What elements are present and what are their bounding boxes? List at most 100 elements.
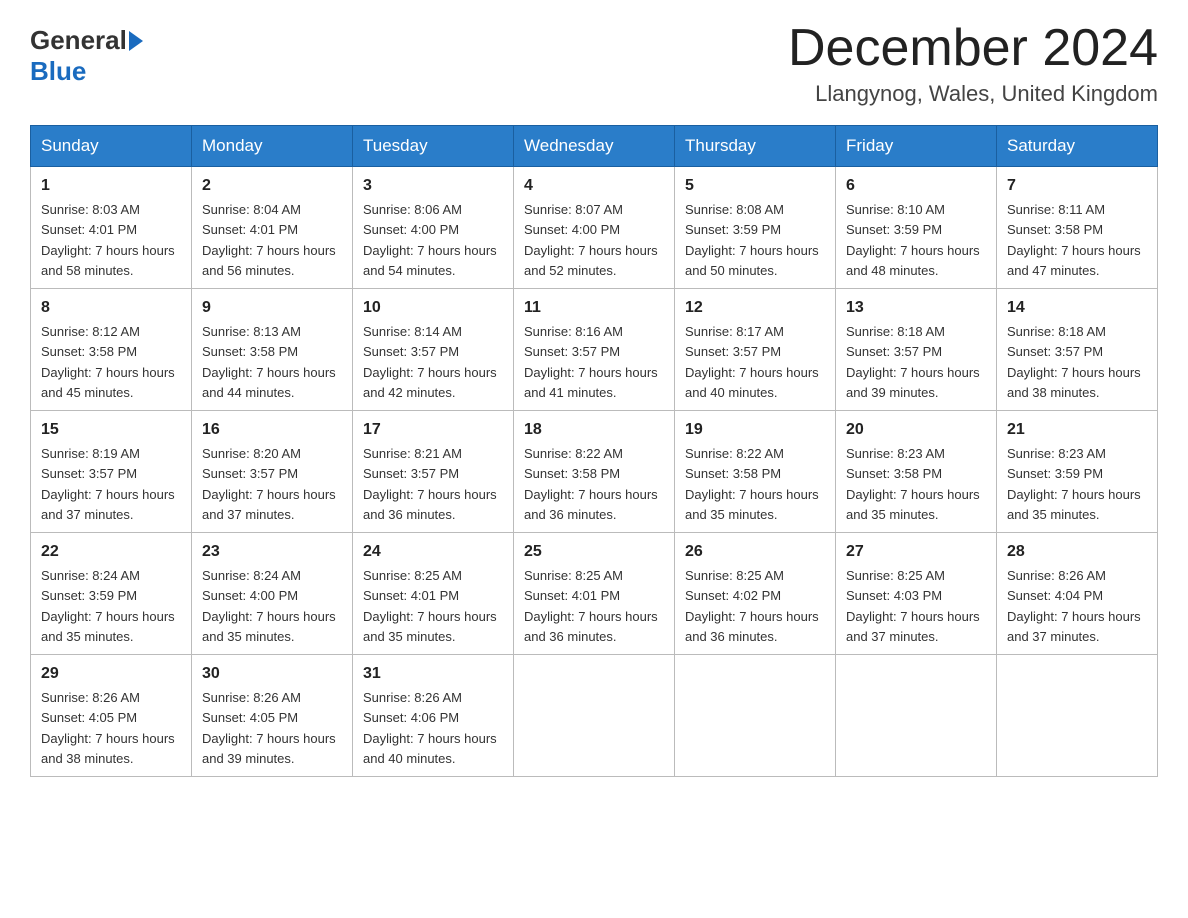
calendar-cell (675, 655, 836, 777)
daylight-minutes: and 36 minutes. (685, 629, 778, 644)
day-number: 8 (41, 296, 181, 320)
calendar-cell: 28 Sunrise: 8:26 AM Sunset: 4:04 PM Dayl… (997, 533, 1158, 655)
sunrise-info: Sunrise: 8:06 AM (363, 202, 462, 217)
daylight-minutes: and 40 minutes. (363, 751, 456, 766)
daylight-info: Daylight: 7 hours hours (846, 365, 980, 380)
daylight-info: Daylight: 7 hours hours (685, 365, 819, 380)
sunset-info: Sunset: 4:00 PM (524, 222, 620, 237)
sunrise-info: Sunrise: 8:24 AM (41, 568, 140, 583)
calendar-cell: 26 Sunrise: 8:25 AM Sunset: 4:02 PM Dayl… (675, 533, 836, 655)
month-title: December 2024 (788, 20, 1158, 77)
sunset-info: Sunset: 4:03 PM (846, 588, 942, 603)
sunset-info: Sunset: 3:58 PM (41, 344, 137, 359)
daylight-info: Daylight: 7 hours hours (1007, 365, 1141, 380)
daylight-minutes: and 42 minutes. (363, 385, 456, 400)
daylight-minutes: and 39 minutes. (202, 751, 295, 766)
daylight-info: Daylight: 7 hours hours (202, 365, 336, 380)
sunset-info: Sunset: 3:57 PM (1007, 344, 1103, 359)
header-sunday: Sunday (31, 126, 192, 167)
day-number: 15 (41, 418, 181, 442)
daylight-info: Daylight: 7 hours hours (685, 487, 819, 502)
sunset-info: Sunset: 4:06 PM (363, 710, 459, 725)
calendar-cell: 15 Sunrise: 8:19 AM Sunset: 3:57 PM Dayl… (31, 411, 192, 533)
daylight-minutes: and 54 minutes. (363, 263, 456, 278)
daylight-minutes: and 37 minutes. (846, 629, 939, 644)
daylight-info: Daylight: 7 hours hours (363, 609, 497, 624)
day-number: 25 (524, 540, 664, 564)
daylight-minutes: and 38 minutes. (1007, 385, 1100, 400)
sunset-info: Sunset: 4:01 PM (363, 588, 459, 603)
sunrise-info: Sunrise: 8:22 AM (524, 446, 623, 461)
daylight-info: Daylight: 7 hours hours (41, 487, 175, 502)
daylight-minutes: and 58 minutes. (41, 263, 134, 278)
day-number: 1 (41, 174, 181, 198)
day-number: 28 (1007, 540, 1147, 564)
sunrise-info: Sunrise: 8:25 AM (363, 568, 462, 583)
daylight-minutes: and 36 minutes. (524, 507, 617, 522)
sunrise-info: Sunrise: 8:21 AM (363, 446, 462, 461)
calendar-cell: 21 Sunrise: 8:23 AM Sunset: 3:59 PM Dayl… (997, 411, 1158, 533)
daylight-minutes: and 36 minutes. (524, 629, 617, 644)
weekday-header-row: Sunday Monday Tuesday Wednesday Thursday… (31, 126, 1158, 167)
sunrise-info: Sunrise: 8:17 AM (685, 324, 784, 339)
daylight-info: Daylight: 7 hours hours (41, 609, 175, 624)
sunset-info: Sunset: 3:57 PM (363, 344, 459, 359)
sunset-info: Sunset: 4:05 PM (202, 710, 298, 725)
calendar-cell: 17 Sunrise: 8:21 AM Sunset: 3:57 PM Dayl… (353, 411, 514, 533)
daylight-minutes: and 35 minutes. (685, 507, 778, 522)
daylight-info: Daylight: 7 hours hours (524, 243, 658, 258)
calendar-cell: 24 Sunrise: 8:25 AM Sunset: 4:01 PM Dayl… (353, 533, 514, 655)
sunrise-info: Sunrise: 8:23 AM (1007, 446, 1106, 461)
daylight-info: Daylight: 7 hours hours (846, 487, 980, 502)
daylight-minutes: and 37 minutes. (1007, 629, 1100, 644)
day-number: 27 (846, 540, 986, 564)
calendar-cell: 11 Sunrise: 8:16 AM Sunset: 3:57 PM Dayl… (514, 289, 675, 411)
header-tuesday: Tuesday (353, 126, 514, 167)
calendar-cell: 9 Sunrise: 8:13 AM Sunset: 3:58 PM Dayli… (192, 289, 353, 411)
calendar-cell: 10 Sunrise: 8:14 AM Sunset: 3:57 PM Dayl… (353, 289, 514, 411)
calendar-cell: 3 Sunrise: 8:06 AM Sunset: 4:00 PM Dayli… (353, 167, 514, 289)
sunset-info: Sunset: 3:57 PM (846, 344, 942, 359)
sunrise-info: Sunrise: 8:26 AM (363, 690, 462, 705)
daylight-minutes: and 39 minutes. (846, 385, 939, 400)
daylight-minutes: and 37 minutes. (41, 507, 134, 522)
daylight-info: Daylight: 7 hours hours (846, 243, 980, 258)
daylight-info: Daylight: 7 hours hours (685, 243, 819, 258)
sunrise-info: Sunrise: 8:16 AM (524, 324, 623, 339)
daylight-info: Daylight: 7 hours hours (1007, 609, 1141, 624)
sunset-info: Sunset: 4:00 PM (202, 588, 298, 603)
sunset-info: Sunset: 3:57 PM (685, 344, 781, 359)
calendar-cell: 14 Sunrise: 8:18 AM Sunset: 3:57 PM Dayl… (997, 289, 1158, 411)
daylight-minutes: and 48 minutes. (846, 263, 939, 278)
daylight-minutes: and 35 minutes. (846, 507, 939, 522)
logo: General Blue (30, 20, 145, 87)
day-number: 23 (202, 540, 342, 564)
calendar-cell (836, 655, 997, 777)
day-number: 31 (363, 662, 503, 686)
sunrise-info: Sunrise: 8:12 AM (41, 324, 140, 339)
daylight-info: Daylight: 7 hours hours (202, 243, 336, 258)
daylight-minutes: and 41 minutes. (524, 385, 617, 400)
sunset-info: Sunset: 3:58 PM (846, 466, 942, 481)
day-number: 4 (524, 174, 664, 198)
sunrise-info: Sunrise: 8:11 AM (1007, 202, 1105, 217)
daylight-info: Daylight: 7 hours hours (202, 487, 336, 502)
sunset-info: Sunset: 3:59 PM (41, 588, 137, 603)
day-number: 12 (685, 296, 825, 320)
daylight-info: Daylight: 7 hours hours (41, 243, 175, 258)
day-number: 2 (202, 174, 342, 198)
daylight-minutes: and 37 minutes. (202, 507, 295, 522)
sunset-info: Sunset: 3:58 PM (685, 466, 781, 481)
sunset-info: Sunset: 3:59 PM (685, 222, 781, 237)
calendar-cell: 12 Sunrise: 8:17 AM Sunset: 3:57 PM Dayl… (675, 289, 836, 411)
calendar-cell: 2 Sunrise: 8:04 AM Sunset: 4:01 PM Dayli… (192, 167, 353, 289)
calendar-cell: 18 Sunrise: 8:22 AM Sunset: 3:58 PM Dayl… (514, 411, 675, 533)
daylight-minutes: and 36 minutes. (363, 507, 456, 522)
sunset-info: Sunset: 3:59 PM (1007, 466, 1103, 481)
daylight-info: Daylight: 7 hours hours (685, 609, 819, 624)
daylight-minutes: and 45 minutes. (41, 385, 134, 400)
calendar-cell: 8 Sunrise: 8:12 AM Sunset: 3:58 PM Dayli… (31, 289, 192, 411)
sunrise-info: Sunrise: 8:04 AM (202, 202, 301, 217)
sunrise-info: Sunrise: 8:26 AM (41, 690, 140, 705)
sunrise-info: Sunrise: 8:19 AM (41, 446, 140, 461)
